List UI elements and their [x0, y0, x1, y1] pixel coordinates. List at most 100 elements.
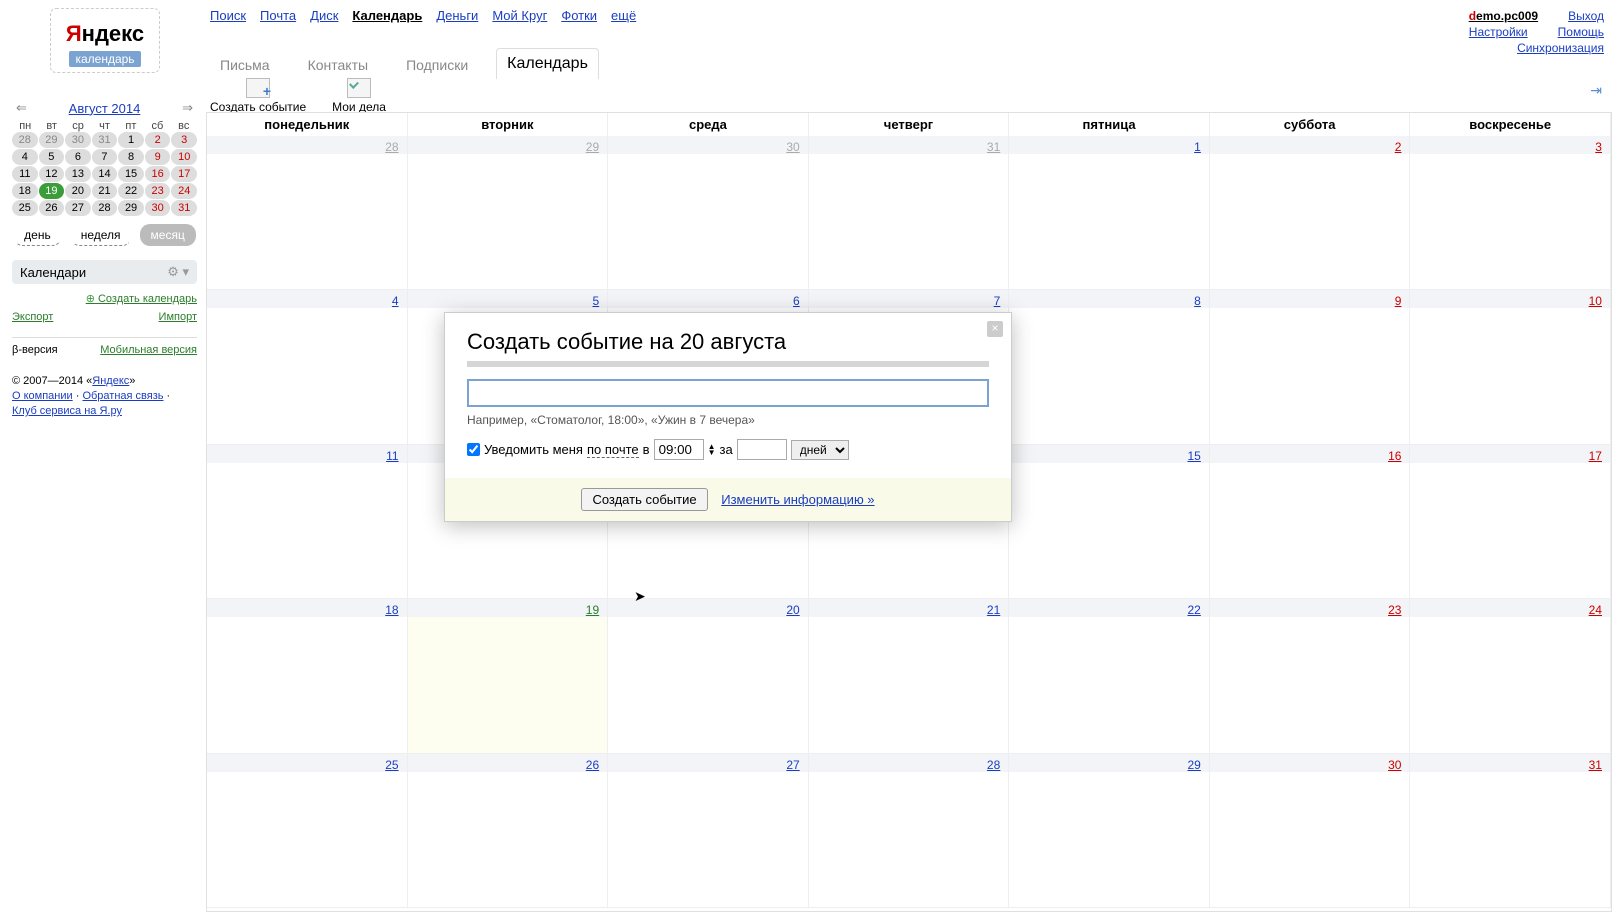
day-cell-28[interactable]: 28: [207, 136, 408, 290]
mini-day-30[interactable]: 30: [65, 132, 91, 148]
mini-day-11[interactable]: 11: [12, 166, 38, 182]
mini-day-1[interactable]: 1: [118, 132, 144, 148]
day-cell-23[interactable]: 23: [1210, 599, 1411, 753]
club-link[interactable]: Клуб сервиса на Я.ру: [12, 405, 122, 417]
mini-day-27[interactable]: 27: [65, 200, 91, 216]
export-link[interactable]: Экспорт: [12, 311, 53, 323]
day-number[interactable]: 5: [592, 294, 599, 308]
day-cell-21[interactable]: 21: [809, 599, 1010, 753]
day-number[interactable]: 24: [1589, 603, 1602, 617]
calendars-panel[interactable]: Календари ⚙ ▾: [12, 260, 197, 284]
sync-link[interactable]: Синхронизация: [1469, 40, 1604, 56]
mini-day-22[interactable]: 22: [118, 183, 144, 199]
mini-day-10[interactable]: 10: [171, 149, 197, 165]
day-cell-19[interactable]: 19: [408, 599, 609, 753]
day-number[interactable]: 7: [994, 294, 1001, 308]
day-number[interactable]: 2: [1395, 140, 1402, 154]
tab-2[interactable]: Подписки: [396, 51, 478, 79]
notify-checkbox[interactable]: [467, 443, 480, 456]
mini-day-17[interactable]: 17: [171, 166, 197, 182]
mini-day-26[interactable]: 26: [39, 200, 65, 216]
topnav-Почта[interactable]: Почта: [260, 8, 296, 28]
day-cell-18[interactable]: 18: [207, 599, 408, 753]
mini-day-24[interactable]: 24: [171, 183, 197, 199]
next-month-button[interactable]: ⇒: [182, 100, 193, 116]
create-event-submit[interactable]: Создать событие: [581, 488, 707, 511]
day-number[interactable]: 16: [1388, 449, 1401, 463]
mini-month-title[interactable]: Август 2014: [69, 101, 141, 116]
gear-icon[interactable]: ⚙: [167, 264, 179, 279]
edit-info-link[interactable]: Изменить информацию »: [721, 492, 874, 507]
day-number[interactable]: 23: [1388, 603, 1401, 617]
day-number[interactable]: 18: [385, 603, 398, 617]
day-number[interactable]: 1: [1194, 140, 1201, 154]
time-stepper[interactable]: ▲▼: [708, 444, 716, 456]
mini-day-14[interactable]: 14: [92, 166, 118, 182]
topnav-Диск[interactable]: Диск: [310, 8, 338, 28]
mini-day-12[interactable]: 12: [39, 166, 65, 182]
about-link[interactable]: О компании: [12, 390, 73, 402]
day-cell-26[interactable]: 26: [408, 754, 609, 908]
mini-day-30[interactable]: 30: [145, 200, 171, 216]
day-cell-28[interactable]: 28: [809, 754, 1010, 908]
view-day-button[interactable]: день: [13, 224, 62, 246]
mini-day-18[interactable]: 18: [12, 183, 38, 199]
mini-day-20[interactable]: 20: [65, 183, 91, 199]
day-number[interactable]: 8: [1194, 294, 1201, 308]
mini-day-28[interactable]: 28: [12, 132, 38, 148]
mini-day-31[interactable]: 31: [171, 200, 197, 216]
prev-month-button[interactable]: ⇐: [16, 100, 27, 116]
day-number[interactable]: 30: [1388, 758, 1401, 772]
mini-day-3[interactable]: 3: [171, 132, 197, 148]
mini-day-7[interactable]: 7: [92, 149, 118, 165]
tab-3[interactable]: Календарь: [496, 48, 599, 79]
topnav-Мой Круг[interactable]: Мой Круг: [492, 8, 547, 28]
day-cell-31[interactable]: 31: [1410, 754, 1611, 908]
mini-day-19[interactable]: 19: [39, 183, 65, 199]
day-number[interactable]: 29: [1187, 758, 1200, 772]
topnav-Фотки[interactable]: Фотки: [561, 8, 597, 28]
day-number[interactable]: 21: [987, 603, 1000, 617]
day-cell-30[interactable]: 30: [1210, 754, 1411, 908]
create-event-button[interactable]: Создать событие: [210, 78, 306, 114]
day-cell-15[interactable]: 15: [1009, 445, 1210, 599]
view-week-button[interactable]: неделя: [70, 224, 132, 246]
topnav-Деньги[interactable]: Деньги: [436, 8, 478, 28]
day-number[interactable]: 4: [392, 294, 399, 308]
my-todos-button[interactable]: Мои дела: [332, 78, 386, 114]
topnav-Календарь[interactable]: Календарь: [352, 8, 422, 28]
mini-day-2[interactable]: 2: [145, 132, 171, 148]
day-cell-1[interactable]: 1: [1009, 136, 1210, 290]
day-number[interactable]: 29: [586, 140, 599, 154]
day-cell-22[interactable]: 22: [1009, 599, 1210, 753]
day-number[interactable]: 28: [385, 140, 398, 154]
day-number[interactable]: 17: [1589, 449, 1602, 463]
notify-unit-select[interactable]: дней: [791, 440, 849, 460]
mini-day-28[interactable]: 28: [92, 200, 118, 216]
event-title-input[interactable]: [467, 379, 989, 407]
logout-link[interactable]: Выход: [1568, 8, 1604, 24]
day-cell-27[interactable]: 27: [608, 754, 809, 908]
settings-link[interactable]: Настройки: [1469, 24, 1528, 40]
chevron-down-icon[interactable]: ▾: [182, 264, 189, 279]
topnav-ещё[interactable]: ещё: [611, 8, 636, 28]
day-number[interactable]: 3: [1595, 140, 1602, 154]
day-cell-17[interactable]: 17: [1410, 445, 1611, 599]
logo[interactable]: Яндекс календарь: [50, 8, 160, 73]
day-cell-4[interactable]: 4: [207, 290, 408, 444]
day-number[interactable]: 30: [786, 140, 799, 154]
day-cell-29[interactable]: 29: [408, 136, 609, 290]
topnav-Поиск[interactable]: Поиск: [210, 8, 246, 28]
day-number[interactable]: 19: [586, 603, 599, 617]
day-number[interactable]: 9: [1395, 294, 1402, 308]
day-number[interactable]: 20: [786, 603, 799, 617]
mini-day-13[interactable]: 13: [65, 166, 91, 182]
day-number[interactable]: 10: [1589, 294, 1602, 308]
day-number[interactable]: 22: [1187, 603, 1200, 617]
day-number[interactable]: 31: [1589, 758, 1602, 772]
mini-day-29[interactable]: 29: [118, 200, 144, 216]
user-link[interactable]: demo.pc009: [1469, 8, 1538, 24]
day-number[interactable]: 26: [586, 758, 599, 772]
view-month-button[interactable]: месяц: [140, 224, 196, 246]
import-link[interactable]: Импорт: [159, 311, 197, 323]
